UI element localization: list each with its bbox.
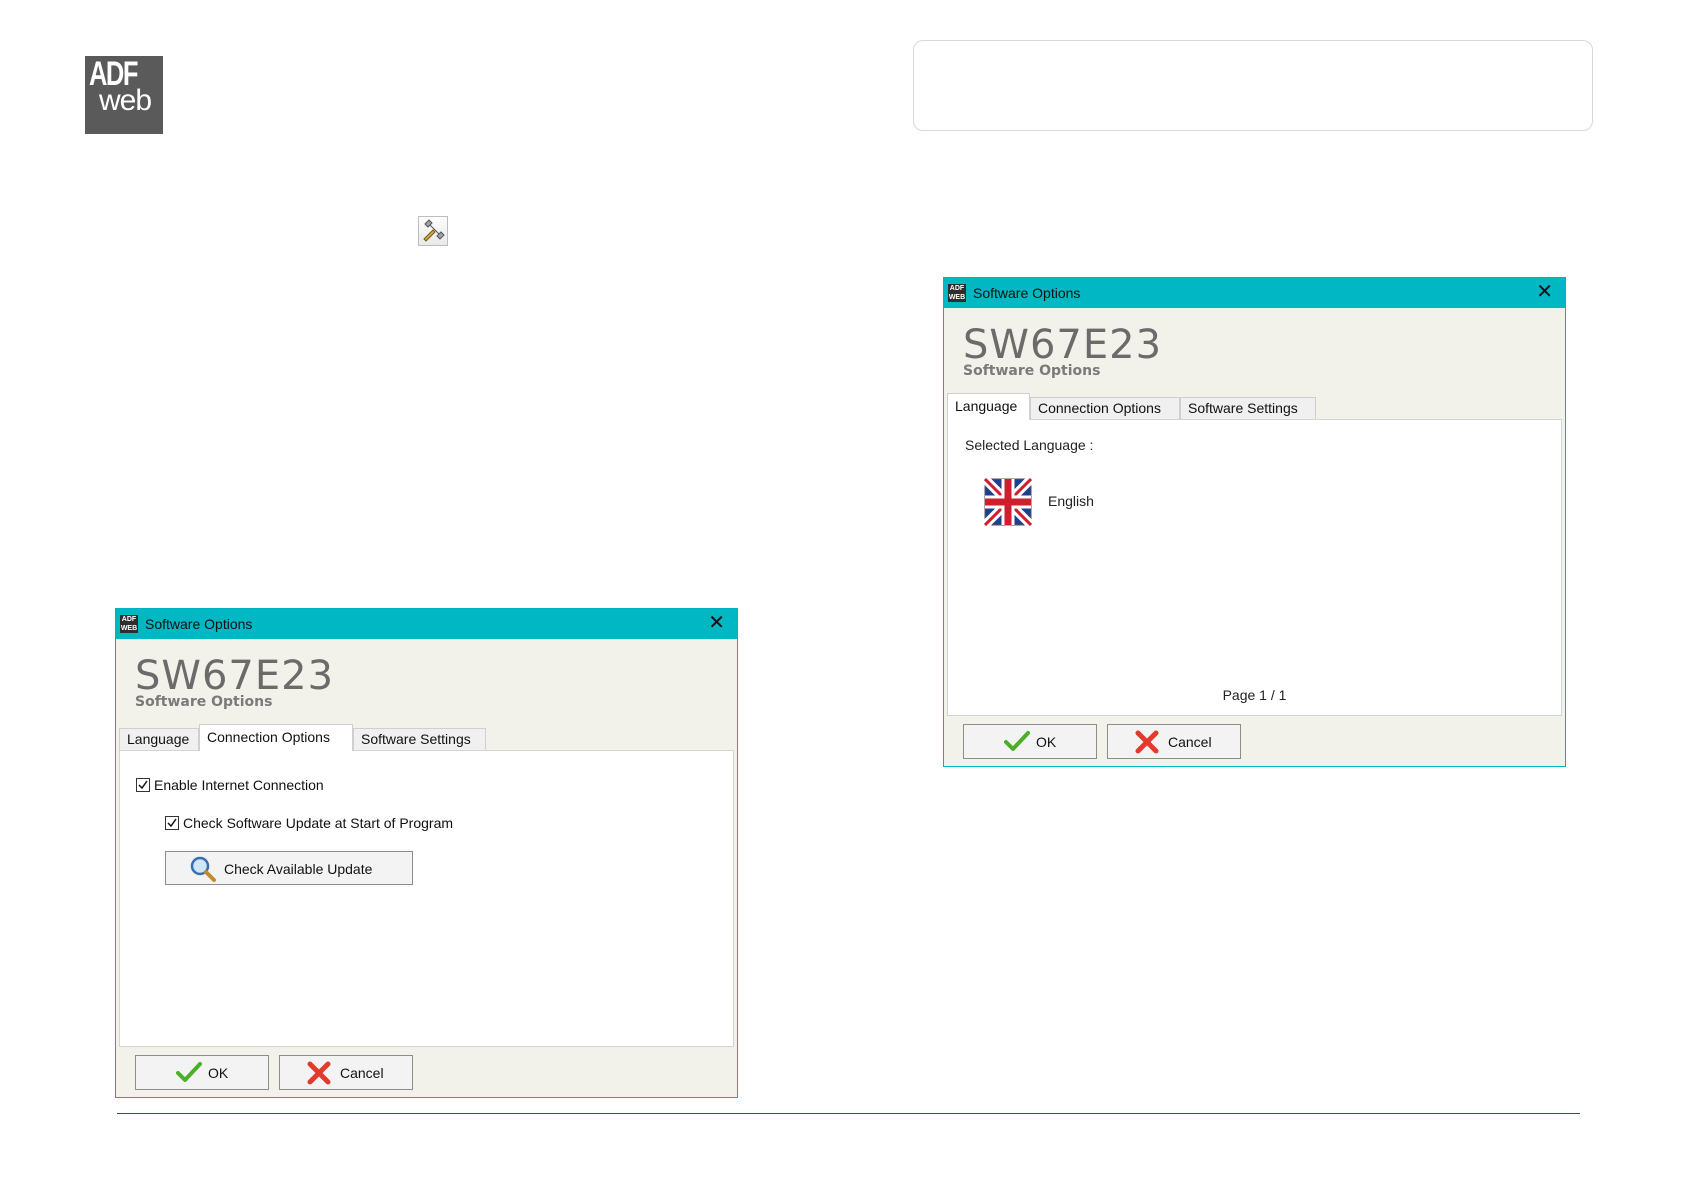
red-x-icon: [306, 1060, 332, 1089]
tab-connection-options[interactable]: Connection Options: [199, 724, 353, 751]
check-available-update-label: Check Available Update: [224, 861, 373, 877]
product-code: SW67E23: [135, 653, 335, 699]
adf-web-logo: ADF web: [85, 56, 163, 134]
ok-button[interactable]: OK: [135, 1055, 269, 1090]
window-title: Software Options: [973, 285, 1081, 301]
settings-tool-icon[interactable]: [418, 216, 448, 246]
dialog-subtitle: Software Options: [963, 363, 1101, 379]
close-icon[interactable]: ✕: [708, 612, 725, 634]
cancel-button[interactable]: Cancel: [279, 1055, 413, 1090]
check-update-start-checkbox[interactable]: [165, 816, 179, 830]
window-title: Software Options: [145, 616, 253, 632]
footer-divider: [117, 1113, 1580, 1114]
software-options-dialog-connection: ADF WEB Software Options ✕ SW67E23 Softwa…: [115, 608, 738, 1098]
page-indicator: Page 1 / 1: [1222, 687, 1287, 703]
product-code: SW67E23: [963, 322, 1163, 368]
title-bar[interactable]: ADF WEB Software Options ✕: [116, 609, 737, 639]
selected-language-label: Selected Language :: [965, 437, 1094, 453]
enable-internet-row[interactable]: Enable Internet Connection: [136, 777, 324, 793]
close-icon[interactable]: ✕: [1536, 281, 1553, 303]
title-bar[interactable]: ADF WEB Software Options ✕: [944, 278, 1565, 308]
dialog-subtitle: Software Options: [135, 694, 273, 710]
cancel-button[interactable]: Cancel: [1107, 724, 1241, 759]
check-update-start-row[interactable]: Check Software Update at Start of Progra…: [165, 815, 453, 831]
magnifier-icon: [188, 854, 218, 887]
ok-label: OK: [208, 1065, 229, 1081]
tab-language[interactable]: Language: [947, 393, 1030, 420]
red-x-icon: [1134, 729, 1160, 758]
enable-internet-checkbox[interactable]: [136, 778, 150, 792]
connection-options-panel: Enable Internet Connection Check Softwar…: [119, 750, 734, 1047]
language-panel: Selected Language : English Page 1 / 1: [947, 419, 1562, 716]
tab-strip: Language Connection Options Software Set…: [119, 724, 734, 751]
cancel-label: Cancel: [1168, 734, 1212, 750]
app-icon: ADF WEB: [948, 284, 966, 302]
uk-flag-icon[interactable]: [981, 475, 1035, 529]
ok-label: OK: [1036, 734, 1057, 750]
tab-language[interactable]: Language: [119, 728, 199, 750]
tab-strip: Language Connection Options Software Set…: [947, 393, 1562, 420]
tab-software-settings[interactable]: Software Settings: [1180, 397, 1316, 419]
logo-line2: web: [99, 84, 152, 117]
ok-button[interactable]: OK: [963, 724, 1097, 759]
tab-connection-options[interactable]: Connection Options: [1030, 397, 1180, 419]
tab-software-settings[interactable]: Software Settings: [353, 728, 486, 750]
cancel-label: Cancel: [340, 1065, 384, 1081]
check-icon: [1004, 730, 1030, 755]
language-name: English: [1048, 493, 1094, 509]
software-options-dialog-language: ADF WEB Software Options ✕ SW67E23 Softwa…: [943, 277, 1566, 767]
enable-internet-label: Enable Internet Connection: [154, 777, 324, 793]
check-update-start-label: Check Software Update at Start of Progra…: [183, 815, 454, 831]
check-icon: [176, 1061, 202, 1086]
check-available-update-button[interactable]: Check Available Update: [165, 851, 413, 885]
header-box: [913, 40, 1593, 131]
app-icon: ADF WEB: [120, 615, 138, 633]
